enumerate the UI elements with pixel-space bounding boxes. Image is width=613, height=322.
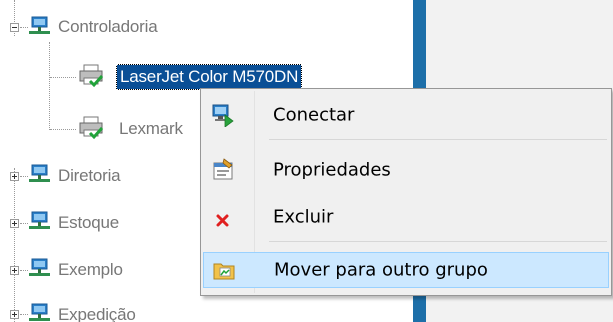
tree-node-label: Lexmark [119,119,183,138]
expand-toggle[interactable] [10,310,19,319]
tree-node-label: Controladoria [58,17,158,36]
expand-toggle[interactable] [10,266,19,275]
expand-toggle[interactable] [10,172,19,181]
tree-node-label: Diretoria [58,166,121,185]
move-group-icon [213,263,235,280]
tree-connector-line [50,77,76,79]
tree-connector-line [14,168,16,322]
menu-item-label: Excluir [273,206,334,228]
menu-item-mover-grupo[interactable]: Mover para outro grupo [203,252,609,288]
tree-node-exemplo[interactable]: Exemplo [58,256,123,284]
tree-connector-line [20,270,28,272]
delete-x-icon [216,214,229,227]
tree-node-label: Expedição [58,305,136,322]
expand-toggle[interactable] [10,219,19,228]
menu-item-conectar[interactable]: Conectar [203,97,609,133]
network-group-icon [29,303,50,321]
tree-connector-line [20,176,28,178]
printer-ok-icon [79,116,104,140]
menu-item-label: Conectar [273,104,355,126]
menu-item-propriedades[interactable]: Propriedades [203,152,609,188]
tree-node-lexmark[interactable]: Lexmark [119,115,183,143]
menu-item-label: Propriedades [273,159,391,181]
menu-separator [269,241,607,242]
connect-computer-icon [212,104,234,127]
collapse-toggle[interactable] [10,23,19,32]
menu-item-excluir[interactable]: Excluir [203,199,609,235]
tree-node-laserjet[interactable]: LaserJet Color M570DN [116,63,303,91]
tree-node-label: Exemplo [58,260,123,279]
tree-node-expedicao[interactable]: Expedição [58,301,136,322]
printer-ok-icon [79,64,104,88]
tree-connector-line [49,42,51,130]
tree-connector-line [50,129,76,131]
network-group-icon [29,211,50,229]
tree-connector-line [20,223,28,225]
tree-node-estoque[interactable]: Estoque [58,209,119,237]
tree-node-diretoria[interactable]: Diretoria [58,162,121,190]
network-group-icon [29,258,50,276]
tree-node-label: Estoque [58,213,119,232]
context-menu: Conectar Propriedades Excluir Mover para… [200,88,612,296]
tree-connector-line [20,314,28,316]
menu-item-label: Mover para outro grupo [274,259,488,281]
tree-node-label: LaserJet Color M570DN [116,64,303,90]
network-group-icon [29,164,50,182]
tree-connector-line [20,27,28,29]
properties-icon [213,158,233,180]
tree-node-controladoria[interactable]: Controladoria [58,13,158,41]
menu-separator [269,139,607,140]
network-group-icon [29,16,50,34]
